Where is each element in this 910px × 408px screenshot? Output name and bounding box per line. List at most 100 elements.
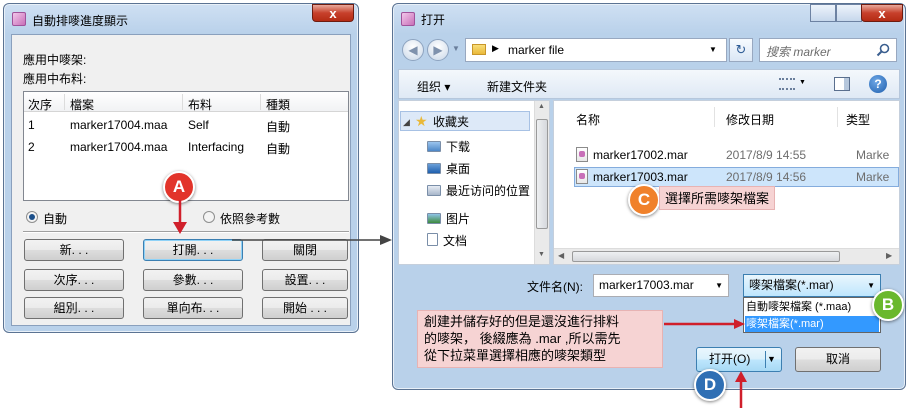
star-icon: ★ <box>415 113 428 129</box>
dialog-title: 自動排嘜進度顯示 <box>32 14 129 28</box>
close-button[interactable]: x <box>312 4 354 22</box>
settings-button[interactable]: 設置. . . <box>262 269 348 291</box>
documents-icon <box>427 233 438 246</box>
table-row[interactable]: 1 marker17004.maa Self 自動 <box>24 114 348 134</box>
dialog-title: 打开 <box>421 13 446 27</box>
radio-auto-label[interactable]: 自動 <box>43 210 67 227</box>
column-header-fabric[interactable]: 布料 <box>188 96 212 113</box>
order-button[interactable]: 次序. . . <box>24 269 124 291</box>
table-header: 次序 檔案 布料 種類 <box>24 92 348 112</box>
sidebar-item-recent[interactable]: 最近访问的位置 <box>427 181 530 201</box>
scroll-up-icon[interactable]: ▲ <box>538 103 545 110</box>
file-row[interactable]: marker17002.mar 2017/8/9 14:55 Marke <box>574 145 899 165</box>
nav-scrollbar[interactable]: ▲ ▼ <box>534 101 549 264</box>
scroll-left-icon[interactable]: ◀ <box>558 251 564 260</box>
breadcrumb-chevron-icon[interactable]: ▶ <box>492 43 499 54</box>
navigation-pane: ◢ ★ 收藏夹 下载 桌面 最近访问的位置 图片 文档 ▲ ▼ <box>398 100 550 265</box>
breadcrumb-folder[interactable]: marker file <box>508 43 564 57</box>
sidebar-item-label: 最近访问的位置 <box>446 184 531 198</box>
expand-arrow-icon[interactable]: ◢ <box>403 113 410 131</box>
refresh-icon: ↻ <box>735 42 747 57</box>
close-icon: x <box>878 6 886 21</box>
app-icon <box>401 12 415 26</box>
one-way-fabric-button[interactable]: 單向布. . . <box>143 297 243 319</box>
forward-button[interactable]: ▶ <box>427 39 449 61</box>
sidebar-item-label: 图片 <box>446 212 471 226</box>
radio-reference-count-label[interactable]: 依照參考數 <box>220 210 280 227</box>
favorites-header[interactable]: ◢ ★ 收藏夹 <box>400 111 530 131</box>
file-name: marker17002.mar <box>576 145 688 165</box>
search-box[interactable]: 搜索 marker <box>759 38 897 62</box>
organize-menu[interactable]: 组织 ▾ <box>417 78 450 95</box>
open-button[interactable]: 打開. . . <box>143 239 243 261</box>
view-dropdown-icon[interactable]: ▼ <box>799 79 806 86</box>
command-toolbar: 组织 ▾ 新建文件夹 ▼ ? <box>398 69 900 99</box>
file-date: 2017/8/9 14:56 <box>726 170 807 184</box>
annotation-arrow-a <box>173 200 187 234</box>
parameters-button[interactable]: 參數. . . <box>143 269 243 291</box>
cell-type: 自動 <box>266 120 291 134</box>
scrollbar-thumb[interactable] <box>572 251 840 262</box>
address-dropdown-icon[interactable]: ▼ <box>709 45 717 54</box>
column-header-type[interactable]: 種類 <box>266 96 290 113</box>
file-type-option[interactable]: 自動嘜架檔案 (*.maa) <box>746 299 878 315</box>
annotation-arrow-d <box>735 371 747 408</box>
annotation-arrow-b <box>664 319 745 329</box>
callout-b-line: 從下拉菜單選擇相應的嘜架類型 <box>424 348 607 363</box>
search-icon <box>876 43 890 57</box>
marker-file-icon <box>576 169 588 184</box>
column-header-file[interactable]: 檔案 <box>70 96 94 113</box>
preview-pane-icon[interactable] <box>834 77 850 91</box>
cancel-button[interactable]: 取消 <box>795 347 881 372</box>
file-type: Marke <box>856 148 890 162</box>
group-button[interactable]: 組別. . . <box>24 297 124 319</box>
sidebar-item-downloads[interactable]: 下载 <box>427 137 470 157</box>
back-button[interactable]: ◀ <box>402 39 424 61</box>
maximize-button[interactable] <box>836 4 862 22</box>
column-header-name[interactable]: 名称 <box>576 111 600 128</box>
cell-file: marker17004.maa <box>70 140 168 154</box>
new-folder-button[interactable]: 新建文件夹 <box>487 78 547 95</box>
chevron-down-icon[interactable]: ▼ <box>867 275 875 296</box>
favorites-label: 收藏夹 <box>433 115 470 129</box>
column-divider <box>714 107 715 127</box>
help-icon[interactable]: ? <box>869 75 887 93</box>
column-header-type[interactable]: 类型 <box>846 111 870 128</box>
cell-type: 自動 <box>266 142 291 156</box>
column-header-order[interactable]: 次序 <box>28 96 52 113</box>
scroll-down-icon[interactable]: ▼ <box>538 251 545 258</box>
open-button-label[interactable]: 打开(O) <box>709 348 750 371</box>
column-header-modified[interactable]: 修改日期 <box>726 111 774 128</box>
refresh-button[interactable]: ↻ <box>729 38 753 62</box>
callout-b-line: 創建并儲存好的但是還沒進行排料 <box>424 314 620 329</box>
annotation-badge-d: D <box>694 369 726 401</box>
recent-pages-chevron-icon[interactable]: ▼ <box>452 44 460 53</box>
table-row[interactable]: 2 marker17004.maa Interfacing 自動 <box>24 136 348 156</box>
file-type-filter[interactable]: 嘜架檔案(*.mar) ▼ <box>743 274 881 297</box>
chevron-down-icon[interactable]: ▼ <box>715 275 723 296</box>
filename-input[interactable]: marker17003.mar ▼ <box>593 274 729 297</box>
file-type-option-selected[interactable]: 嘜架檔案(*.mar) <box>745 316 879 332</box>
scroll-right-icon[interactable]: ▶ <box>886 251 892 260</box>
filename-label: 文件名(N): <box>527 280 583 294</box>
view-options-icon[interactable] <box>779 78 795 90</box>
chevron-down-icon[interactable]: ▼ <box>767 348 776 371</box>
sidebar-item-label: 文档 <box>443 234 468 248</box>
start-button[interactable]: 開始 . . . <box>262 297 348 319</box>
column-divider <box>260 94 261 110</box>
file-row-selected[interactable]: marker17003.mar 2017/8/9 14:56 Marke <box>574 167 899 187</box>
sidebar-item-pictures[interactable]: 图片 <box>427 209 470 229</box>
close-button[interactable]: x <box>861 4 903 22</box>
cell-order: 2 <box>28 140 35 154</box>
radio-auto[interactable] <box>26 211 38 223</box>
file-date: 2017/8/9 14:55 <box>726 148 807 162</box>
radio-reference-count[interactable] <box>203 211 215 223</box>
minimize-button[interactable] <box>810 4 836 22</box>
scrollbar-thumb[interactable] <box>536 119 548 229</box>
sidebar-item-label: 桌面 <box>446 162 471 176</box>
sidebar-item-documents[interactable]: 文档 <box>427 231 467 251</box>
new-button[interactable]: 新. . . <box>24 239 124 261</box>
address-bar[interactable]: ▶ marker file ▼ <box>465 38 727 62</box>
horizontal-scrollbar[interactable]: ◀ ▶ <box>554 248 899 264</box>
sidebar-item-desktop[interactable]: 桌面 <box>427 159 470 179</box>
